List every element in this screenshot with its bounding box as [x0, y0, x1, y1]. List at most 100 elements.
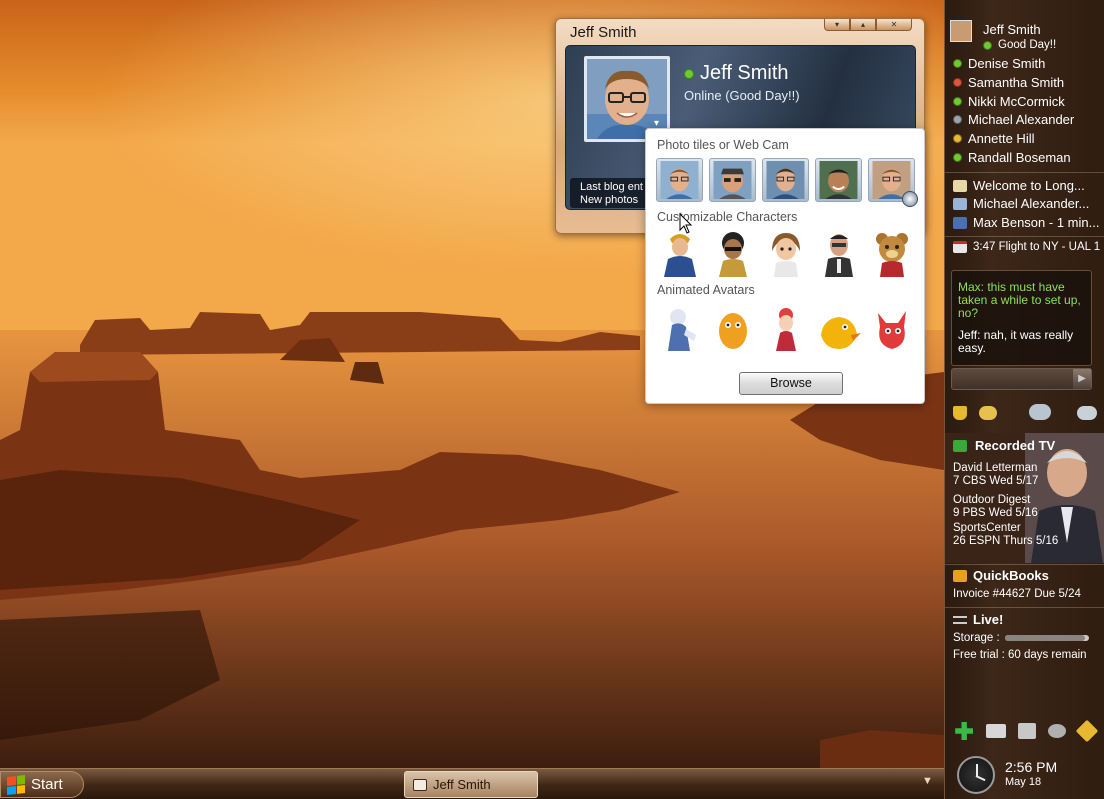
- character-avatar[interactable]: [656, 229, 704, 277]
- contact-item[interactable]: Nikki McCormick: [953, 94, 1065, 109]
- user-status-text: Good Day!!: [998, 39, 1057, 51]
- mouse-cursor-icon: [679, 213, 693, 234]
- close-button[interactable]: ✕: [876, 19, 912, 31]
- printer-icon[interactable]: [1017, 723, 1036, 739]
- animated-avatar[interactable]: [815, 305, 863, 353]
- chat-bubble-icon[interactable]: [1077, 406, 1097, 420]
- presence-icon: [953, 115, 962, 124]
- contact-name-text: Jeff Smith: [700, 62, 789, 84]
- windows-logo-icon: [7, 774, 25, 795]
- storage-label: Storage :: [953, 632, 1000, 644]
- photo-tiles-row: [656, 158, 918, 207]
- user-status[interactable]: Good Day!!: [983, 39, 1056, 51]
- people-icon: [953, 197, 967, 210]
- chat-message: Max: this must have taken a while to set…: [958, 280, 1081, 320]
- notification-item[interactable]: Max Benson - 1 min...: [953, 215, 1099, 230]
- notification-text: Michael Alexander...: [973, 196, 1090, 211]
- tray-chevron-icon[interactable]: ▼: [922, 775, 933, 787]
- recording-item[interactable]: SportsCenter 26 ESPN Thurs 5/16: [953, 522, 1058, 548]
- collapse-button[interactable]: ▴: [850, 19, 876, 31]
- online-status-icon: [684, 68, 694, 79]
- contact-item-name: Michael Alexander: [968, 112, 1075, 127]
- invoice-item[interactable]: Invoice #44627 Due 5/24: [953, 588, 1081, 600]
- sidebar-toolbar: [949, 719, 1101, 743]
- chat-input[interactable]: ▶: [951, 368, 1092, 390]
- animated-avatar[interactable]: [868, 305, 916, 353]
- notification-item[interactable]: Michael Alexander...: [953, 196, 1089, 211]
- contact-name: Jeff Smith: [684, 62, 789, 85]
- quickbooks-icon: [953, 569, 967, 582]
- send-arrow-icon[interactable]: ▶: [1073, 369, 1091, 389]
- phone-icon: [953, 216, 967, 229]
- recording-info: 26 ESPN Thurs 5/16: [953, 535, 1059, 547]
- clock-icon[interactable]: [957, 756, 995, 794]
- contact-status: Online (Good Day!!): [684, 88, 800, 103]
- add-gadget-icon[interactable]: [955, 722, 974, 740]
- animated-avatars-heading: Animated Avatars: [657, 283, 755, 297]
- character-avatar[interactable]: [815, 229, 863, 277]
- chat-toolbar: [945, 400, 1104, 428]
- browse-button[interactable]: Browse: [739, 372, 843, 395]
- contact-item[interactable]: Annette Hill: [953, 131, 1034, 146]
- recording-title: David Letterman: [953, 462, 1038, 474]
- live-title: Live!: [953, 612, 1003, 627]
- contact-item-name: Randall Boseman: [968, 150, 1071, 165]
- group-chat-icon[interactable]: [1029, 404, 1051, 420]
- photo-tile[interactable]: [815, 158, 862, 202]
- user-avatar[interactable]: [950, 20, 972, 42]
- photo-tiles-heading: Photo tiles or Web Cam: [657, 138, 789, 152]
- contact-item[interactable]: Samantha Smith: [953, 75, 1064, 90]
- start-button[interactable]: Start: [0, 771, 84, 798]
- envelope-icon: [953, 179, 967, 192]
- start-label: Start: [31, 776, 63, 793]
- recorded-tv-gadget[interactable]: Recorded TV David Letterman 7 CBS Wed 5/…: [945, 433, 1104, 563]
- presence-icon: [953, 97, 962, 106]
- windows-sidebar: Jeff Smith Good Day!! Denise Smith Saman…: [944, 0, 1104, 799]
- taskbar: Start Jeff Smith ▼: [0, 768, 944, 799]
- live-logo-icon: [953, 615, 967, 624]
- animated-avatar[interactable]: [656, 305, 704, 353]
- storage-progress-bar: [1005, 635, 1089, 641]
- photo-tile[interactable]: [709, 158, 756, 202]
- window-controls: ▾ ▴ ✕: [824, 19, 912, 31]
- quickbooks-title: QuickBooks: [953, 568, 1049, 583]
- trial-status: Free trial : 60 days remain: [953, 649, 1087, 661]
- contact-window-icon: [413, 778, 427, 791]
- taskbar-item-label: Jeff Smith: [433, 777, 491, 792]
- notification-text: Max Benson - 1 min...: [973, 215, 1100, 230]
- calendar-item-text: 3:47 Flight to NY - UAL 1: [973, 241, 1101, 253]
- dropdown-button[interactable]: ▾: [824, 19, 850, 31]
- photo-tile[interactable]: [656, 158, 703, 202]
- presence-icon: [953, 134, 962, 143]
- mail-icon[interactable]: [985, 724, 1006, 738]
- chat-message: Jeff: nah, it was really easy.: [958, 328, 1074, 355]
- presence-icon: [953, 59, 962, 68]
- recorded-tv-title: Recorded TV: [953, 438, 1055, 453]
- webcam-tile[interactable]: [868, 158, 918, 207]
- live-title-text: Live!: [973, 612, 1004, 627]
- animated-avatar[interactable]: [762, 305, 810, 353]
- character-avatar[interactable]: [868, 229, 916, 277]
- key-icon[interactable]: [1075, 719, 1099, 743]
- contact-item[interactable]: Denise Smith: [953, 56, 1045, 71]
- recording-info: 7 CBS Wed 5/17: [953, 475, 1039, 487]
- chat-conversation: Max: this must have taken a while to set…: [951, 270, 1092, 366]
- taskbar-item-jeff-smith[interactable]: Jeff Smith: [404, 771, 538, 798]
- online-status-icon: [983, 40, 992, 50]
- contact-item[interactable]: Michael Alexander: [953, 112, 1074, 127]
- photo-tile[interactable]: [762, 158, 809, 202]
- speech-bubble-icon[interactable]: [979, 406, 997, 420]
- disc-icon[interactable]: [1048, 724, 1067, 738]
- animated-avatar[interactable]: [709, 305, 757, 353]
- clock-time: 2:56 PM: [1005, 759, 1058, 775]
- recording-item[interactable]: Outdoor Digest 9 PBS Wed 5/16: [953, 494, 1038, 520]
- notification-item[interactable]: Welcome to Long...: [953, 178, 1085, 193]
- bell-icon[interactable]: [953, 406, 967, 420]
- character-avatar[interactable]: [762, 229, 810, 277]
- calendar-item[interactable]: 3:47 Flight to NY - UAL 1: [953, 241, 1100, 253]
- quickbooks-title-text: QuickBooks: [973, 568, 1049, 583]
- recording-item[interactable]: David Letterman 7 CBS Wed 5/17: [953, 462, 1038, 488]
- contact-item[interactable]: Randall Boseman: [953, 150, 1071, 165]
- character-avatar[interactable]: [709, 229, 757, 277]
- avatar-picker-popup: Photo tiles or Web Cam Customizable Char…: [645, 128, 925, 404]
